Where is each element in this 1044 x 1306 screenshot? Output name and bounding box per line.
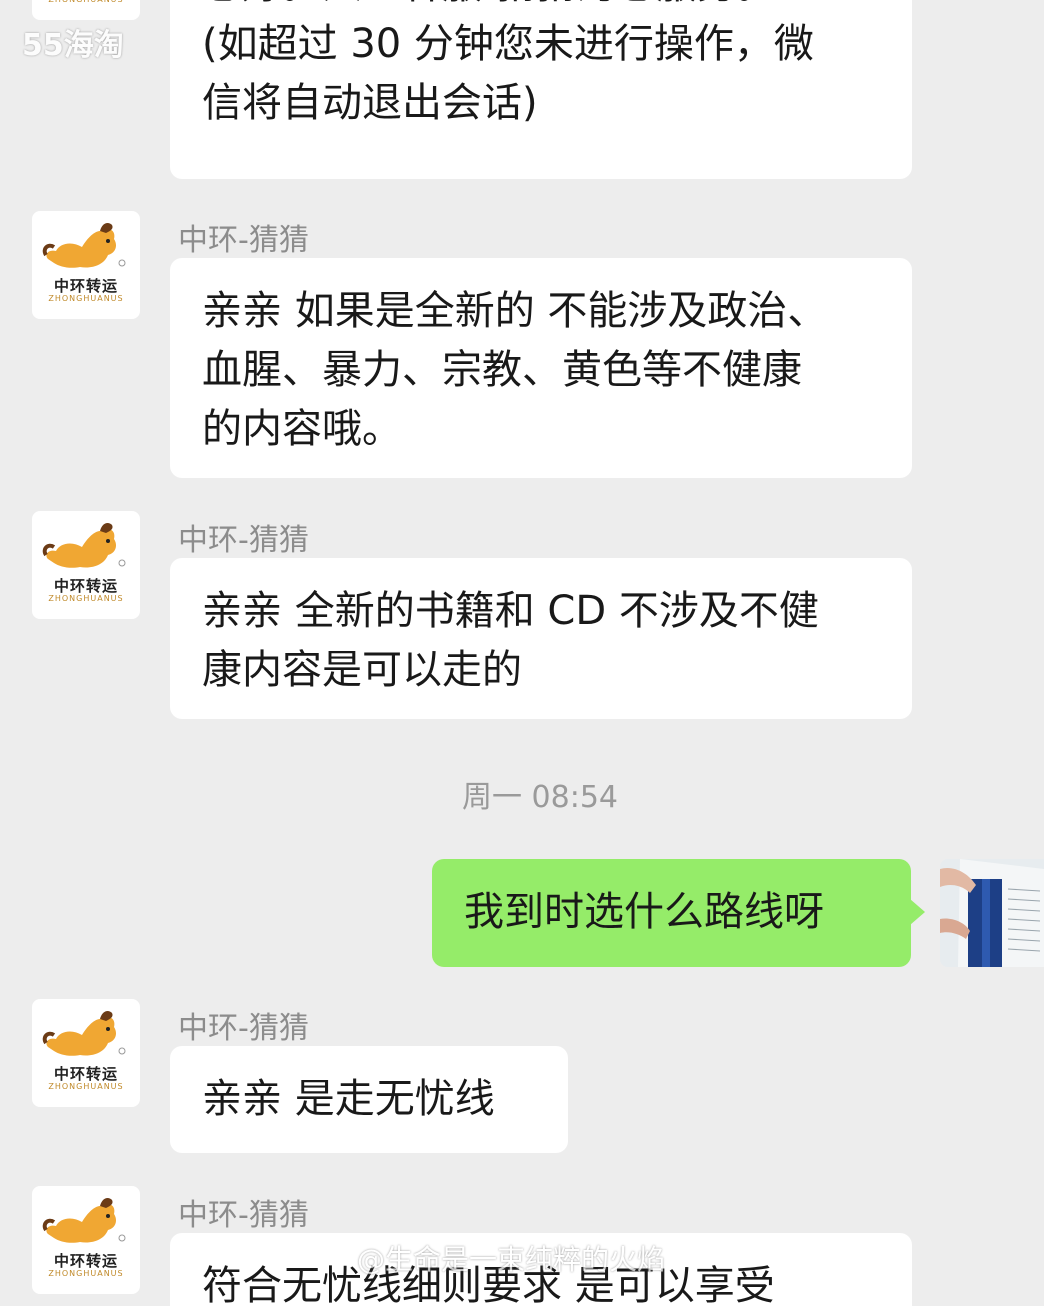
outgoing-message-bubble[interactable]: 我到时选什么路线呀: [432, 859, 925, 967]
logo-chinese-text: 中环转运: [53, 277, 118, 295]
horse-logo-icon: [42, 223, 126, 268]
message-text: 亲亲 是走无忧线: [202, 1076, 495, 1122]
message-line: 血腥、暴力、宗教、黄色等不健康: [202, 347, 802, 393]
message-line: 您好。人工客服-猜猜为您服务。: [202, 0, 880, 15]
logo-chinese-text: 中环转运: [53, 1065, 118, 1083]
agent-avatar[interactable]: ZHONGHUANUS: [32, 0, 140, 20]
message-line: 亲亲 全新的书籍和 CD 不涉及不健: [202, 588, 819, 634]
watermark-logo: 55海淘: [22, 28, 124, 63]
message-bubble[interactable]: 亲亲 如果是全新的 不能涉及政治、 血腥、暴力、宗教、黄色等不健康 的内容哦。: [170, 258, 912, 478]
message-line: 亲亲 如果是全新的 不能涉及政治、: [202, 288, 828, 334]
agent-avatar[interactable]: 中环转运 ZHONGHUANUS: [32, 511, 140, 619]
message-bubble[interactable]: 您好。人工客服-猜猜为您服务。 (如超过 30 分钟您未进行操作，微 信将自动退…: [170, 0, 912, 179]
watermark-username: @生命是一束纯粹的火焰: [357, 1243, 666, 1276]
agent-avatar[interactable]: 中环转运 ZHONGHUANUS: [32, 211, 140, 319]
message-line: 信将自动退出会话): [202, 80, 538, 126]
agent-avatar[interactable]: 中环转运 ZHONGHUANUS: [32, 999, 140, 1107]
logo-english-text: ZHONGHUANUS: [48, 1082, 124, 1091]
logo-chinese-text: 中环转运: [53, 1252, 118, 1270]
chat-timestamp: 周一 08:54: [462, 780, 618, 815]
agent-avatar[interactable]: 中环转运 ZHONGHUANUS: [32, 1186, 140, 1294]
book-photo-icon: [940, 859, 1044, 967]
logo-chinese-text: 中环转运: [53, 577, 118, 595]
horse-logo-icon: [42, 1011, 126, 1056]
logo-english-text: ZHONGHUANUS: [48, 1269, 124, 1278]
sender-name: 中环-猜猜: [178, 523, 309, 558]
message-line: 康内容是可以走的: [202, 647, 522, 693]
horse-logo-icon: [42, 523, 126, 568]
logo-english-text: ZHONGHUANUS: [48, 594, 124, 603]
message-bubble[interactable]: 亲亲 是走无忧线: [170, 1046, 568, 1153]
sender-name: 中环-猜猜: [178, 223, 309, 258]
message-line: 的内容哦。: [202, 406, 402, 452]
horse-logo-icon: [42, 1198, 126, 1243]
user-avatar[interactable]: [940, 859, 1044, 967]
message-bubble[interactable]: 亲亲 全新的书籍和 CD 不涉及不健 康内容是可以走的: [170, 558, 912, 719]
sender-name: 中环-猜猜: [178, 1198, 309, 1233]
logo-english-text: ZHONGHUANUS: [32, 0, 140, 4]
logo-english-text: ZHONGHUANUS: [48, 294, 124, 303]
message-line: (如超过 30 分钟您未进行操作，微: [202, 21, 814, 67]
sender-name: 中环-猜猜: [178, 1011, 309, 1046]
message-text: 我到时选什么路线呀: [464, 889, 824, 935]
